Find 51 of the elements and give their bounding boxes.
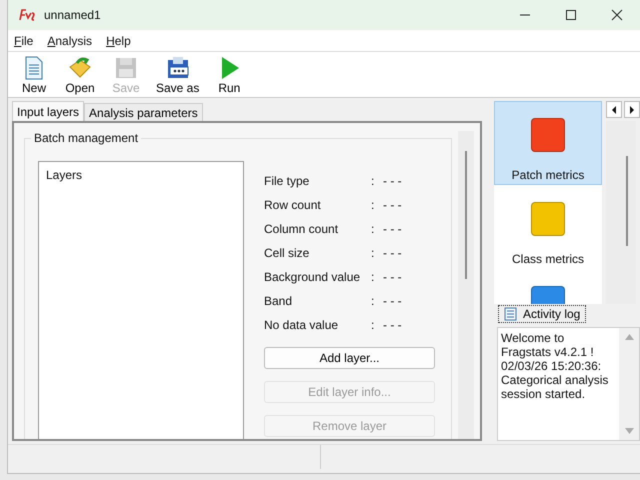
toolbar-button[interactable]: Open <box>58 55 102 97</box>
tab[interactable]: Input layers <box>12 101 84 121</box>
log-icon <box>504 307 517 321</box>
left-arrow-button[interactable] <box>606 101 622 118</box>
close-icon <box>611 9 623 21</box>
metric-item[interactable]: Class metrics <box>494 185 602 269</box>
field-label: Band <box>264 294 294 308</box>
maximize-icon <box>565 9 577 21</box>
field-value: - - - <box>383 246 402 260</box>
log-text: Welcome to Fragstats v4.2.1 ! 02/03/26 15:20:36: Categorical analysis session started. <box>498 328 619 440</box>
metric-item[interactable]: Patch metrics <box>494 101 602 185</box>
up-arrow-icon[interactable] <box>624 334 634 340</box>
down-arrow-icon[interactable] <box>624 428 634 434</box>
group-title: Batch management <box>31 131 142 145</box>
field-separator: : <box>371 198 376 212</box>
toolbar-button[interactable]: New <box>12 55 56 97</box>
toolbar-button[interactable]: Run <box>207 55 252 97</box>
app-logo <box>18 8 36 22</box>
scrollbar[interactable] <box>606 121 636 304</box>
field-value: - - - <box>383 270 402 284</box>
list-header: Layers <box>46 168 82 182</box>
field-separator: : <box>371 246 376 260</box>
action-button[interactable]: Add layer... <box>264 347 435 369</box>
field-label: File type <box>264 174 310 188</box>
menu-item[interactable]: Help <box>106 34 131 48</box>
field-separator: : <box>371 222 376 236</box>
menu-item[interactable]: Analysis <box>47 34 92 48</box>
field-label: Background value <box>264 270 362 284</box>
field-value: - - - <box>383 198 402 212</box>
field-separator: : <box>371 270 376 284</box>
tab[interactable]: Analysis parameters <box>84 103 203 121</box>
right-arrow-icon <box>629 106 635 114</box>
field-label: Column count <box>264 222 340 236</box>
field-value: - - - <box>383 222 402 236</box>
field-value: - - - <box>383 174 402 188</box>
left-arrow-icon <box>611 106 617 114</box>
window-title: unnamed1 <box>44 8 101 22</box>
field-separator: : <box>371 318 376 332</box>
field-value: - - - <box>383 294 402 308</box>
field-value: - - - <box>383 318 402 332</box>
layers-list[interactable]: Layers <box>38 161 244 439</box>
field-label: No data value <box>264 318 340 332</box>
scrollbar[interactable] <box>458 131 474 439</box>
menu-item[interactable]: File <box>14 34 34 48</box>
toolbar-button[interactable]: Save as <box>150 55 206 97</box>
field-separator: : <box>371 294 376 308</box>
tab[interactable]: Activity log <box>498 305 586 323</box>
right-arrow-button[interactable] <box>624 101 640 118</box>
field-label: Cell size <box>264 246 310 260</box>
field-label: Row count <box>264 198 322 212</box>
field-separator: : <box>371 174 376 188</box>
